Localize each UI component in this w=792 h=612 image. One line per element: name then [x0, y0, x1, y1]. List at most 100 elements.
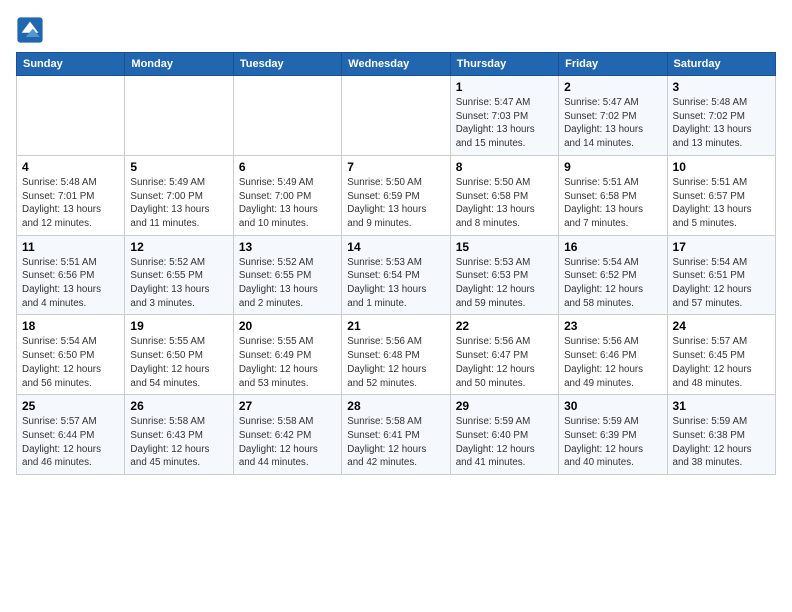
calendar-cell: 18Sunrise: 5:54 AM Sunset: 6:50 PM Dayli…	[17, 315, 125, 395]
day-number: 15	[456, 240, 553, 254]
day-number: 28	[347, 399, 444, 413]
calendar-cell: 25 Sunrise: 5:57 AM Sunset: 6:44 PM Dayli…	[17, 395, 125, 475]
calendar-cell: 7Sunrise: 5:50 AM Sunset: 6:59 PM Daylig…	[342, 155, 450, 235]
day-number: 3	[673, 80, 770, 94]
logo-icon	[16, 16, 44, 44]
day-info: Sunrise: 5:55 AM Sunset: 6:50 PM Dayligh…	[130, 335, 227, 390]
day-info: Sunrise: 5:58 AM Sunset: 6:43 PM Dayligh…	[130, 415, 227, 470]
calendar-cell: 21 Sunrise: 5:56 AM Sunset: 6:48 PM Dayli…	[342, 315, 450, 395]
calendar-header-row: SundayMondayTuesdayWednesdayThursdayFrid…	[17, 53, 776, 76]
calendar-week-4: 18Sunrise: 5:54 AM Sunset: 6:50 PM Dayli…	[17, 315, 776, 395]
calendar-cell: 24Sunrise: 5:57 AM Sunset: 6:45 PM Dayli…	[667, 315, 775, 395]
day-info: Sunrise: 5:57 AM Sunset: 6:44 PM Dayligh…	[22, 415, 119, 470]
day-info: Sunrise: 5:58 AM Sunset: 6:42 PM Dayligh…	[239, 415, 336, 470]
day-info: Sunrise: 5:50 AM Sunset: 6:58 PM Dayligh…	[456, 176, 553, 231]
calendar-cell: 22 Sunrise: 5:56 AM Sunset: 6:47 PM Dayli…	[450, 315, 558, 395]
calendar-week-3: 11 Sunrise: 5:51 AM Sunset: 6:56 PM Dayli…	[17, 235, 776, 315]
calendar-cell: 29 Sunrise: 5:59 AM Sunset: 6:40 PM Dayli…	[450, 395, 558, 475]
day-info: Sunrise: 5:59 AM Sunset: 6:40 PM Dayligh…	[456, 415, 553, 470]
day-number: 2	[564, 80, 661, 94]
day-info: Sunrise: 5:51 AM Sunset: 6:56 PM Dayligh…	[22, 256, 119, 311]
calendar-week-5: 25 Sunrise: 5:57 AM Sunset: 6:44 PM Dayli…	[17, 395, 776, 475]
calendar-cell: 23Sunrise: 5:56 AM Sunset: 6:46 PM Dayli…	[559, 315, 667, 395]
day-header-monday: Monday	[125, 53, 233, 76]
calendar-cell: 19 Sunrise: 5:55 AM Sunset: 6:50 PM Dayli…	[125, 315, 233, 395]
day-info: Sunrise: 5:49 AM Sunset: 7:00 PM Dayligh…	[130, 176, 227, 231]
calendar-cell: 27 Sunrise: 5:58 AM Sunset: 6:42 PM Dayli…	[233, 395, 341, 475]
day-number: 16	[564, 240, 661, 254]
calendar-cell: 10Sunrise: 5:51 AM Sunset: 6:57 PM Dayli…	[667, 155, 775, 235]
calendar-cell: 30Sunrise: 5:59 AM Sunset: 6:39 PM Dayli…	[559, 395, 667, 475]
calendar-cell	[125, 76, 233, 156]
calendar-cell: 17 Sunrise: 5:54 AM Sunset: 6:51 PM Dayli…	[667, 235, 775, 315]
day-number: 12	[130, 240, 227, 254]
calendar-cell: 6 Sunrise: 5:49 AM Sunset: 7:00 PM Daylig…	[233, 155, 341, 235]
day-number: 4	[22, 160, 119, 174]
day-info: Sunrise: 5:54 AM Sunset: 6:51 PM Dayligh…	[673, 256, 770, 311]
day-info: Sunrise: 5:52 AM Sunset: 6:55 PM Dayligh…	[130, 256, 227, 311]
day-number: 30	[564, 399, 661, 413]
day-info: Sunrise: 5:59 AM Sunset: 6:38 PM Dayligh…	[673, 415, 770, 470]
calendar-week-1: 1 Sunrise: 5:47 AM Sunset: 7:03 PM Daylig…	[17, 76, 776, 156]
calendar-cell	[342, 76, 450, 156]
day-number: 13	[239, 240, 336, 254]
calendar-cell: 8 Sunrise: 5:50 AM Sunset: 6:58 PM Daylig…	[450, 155, 558, 235]
day-info: Sunrise: 5:49 AM Sunset: 7:00 PM Dayligh…	[239, 176, 336, 231]
calendar-cell: 20 Sunrise: 5:55 AM Sunset: 6:49 PM Dayli…	[233, 315, 341, 395]
calendar-cell: 3 Sunrise: 5:48 AM Sunset: 7:02 PM Daylig…	[667, 76, 775, 156]
calendar-cell: 26 Sunrise: 5:58 AM Sunset: 6:43 PM Dayli…	[125, 395, 233, 475]
calendar-cell: 13 Sunrise: 5:52 AM Sunset: 6:55 PM Dayli…	[233, 235, 341, 315]
calendar-cell: 12 Sunrise: 5:52 AM Sunset: 6:55 PM Dayli…	[125, 235, 233, 315]
calendar-cell: 28 Sunrise: 5:58 AM Sunset: 6:41 PM Dayli…	[342, 395, 450, 475]
day-number: 26	[130, 399, 227, 413]
day-number: 29	[456, 399, 553, 413]
day-info: Sunrise: 5:51 AM Sunset: 6:57 PM Dayligh…	[673, 176, 770, 231]
day-number: 8	[456, 160, 553, 174]
day-info: Sunrise: 5:52 AM Sunset: 6:55 PM Dayligh…	[239, 256, 336, 311]
day-number: 24	[673, 319, 770, 333]
calendar-week-2: 4Sunrise: 5:48 AM Sunset: 7:01 PM Daylig…	[17, 155, 776, 235]
calendar-table: SundayMondayTuesdayWednesdayThursdayFrid…	[16, 52, 776, 475]
day-number: 20	[239, 319, 336, 333]
calendar-cell: 14 Sunrise: 5:53 AM Sunset: 6:54 PM Dayli…	[342, 235, 450, 315]
day-number: 27	[239, 399, 336, 413]
day-info: Sunrise: 5:56 AM Sunset: 6:47 PM Dayligh…	[456, 335, 553, 390]
day-number: 6	[239, 160, 336, 174]
day-header-wednesday: Wednesday	[342, 53, 450, 76]
day-info: Sunrise: 5:47 AM Sunset: 7:02 PM Dayligh…	[564, 96, 661, 151]
calendar-cell: 15Sunrise: 5:53 AM Sunset: 6:53 PM Dayli…	[450, 235, 558, 315]
day-info: Sunrise: 5:58 AM Sunset: 6:41 PM Dayligh…	[347, 415, 444, 470]
day-number: 1	[456, 80, 553, 94]
page-header	[16, 16, 776, 44]
day-info: Sunrise: 5:48 AM Sunset: 7:02 PM Dayligh…	[673, 96, 770, 151]
day-number: 11	[22, 240, 119, 254]
day-info: Sunrise: 5:53 AM Sunset: 6:54 PM Dayligh…	[347, 256, 444, 311]
calendar-cell	[233, 76, 341, 156]
calendar-cell: 31Sunrise: 5:59 AM Sunset: 6:38 PM Dayli…	[667, 395, 775, 475]
calendar-cell: 1 Sunrise: 5:47 AM Sunset: 7:03 PM Daylig…	[450, 76, 558, 156]
day-number: 9	[564, 160, 661, 174]
day-header-friday: Friday	[559, 53, 667, 76]
day-number: 22	[456, 319, 553, 333]
day-info: Sunrise: 5:50 AM Sunset: 6:59 PM Dayligh…	[347, 176, 444, 231]
day-number: 25	[22, 399, 119, 413]
calendar-cell: 4Sunrise: 5:48 AM Sunset: 7:01 PM Daylig…	[17, 155, 125, 235]
calendar-cell: 9Sunrise: 5:51 AM Sunset: 6:58 PM Daylig…	[559, 155, 667, 235]
day-info: Sunrise: 5:55 AM Sunset: 6:49 PM Dayligh…	[239, 335, 336, 390]
day-number: 23	[564, 319, 661, 333]
day-number: 5	[130, 160, 227, 174]
day-header-sunday: Sunday	[17, 53, 125, 76]
day-info: Sunrise: 5:47 AM Sunset: 7:03 PM Dayligh…	[456, 96, 553, 151]
day-header-thursday: Thursday	[450, 53, 558, 76]
day-number: 19	[130, 319, 227, 333]
day-number: 21	[347, 319, 444, 333]
day-number: 17	[673, 240, 770, 254]
calendar-cell: 5 Sunrise: 5:49 AM Sunset: 7:00 PM Daylig…	[125, 155, 233, 235]
day-number: 14	[347, 240, 444, 254]
calendar-cell: 11 Sunrise: 5:51 AM Sunset: 6:56 PM Dayli…	[17, 235, 125, 315]
day-info: Sunrise: 5:54 AM Sunset: 6:52 PM Dayligh…	[564, 256, 661, 311]
day-header-tuesday: Tuesday	[233, 53, 341, 76]
calendar-cell: 2 Sunrise: 5:47 AM Sunset: 7:02 PM Daylig…	[559, 76, 667, 156]
day-info: Sunrise: 5:56 AM Sunset: 6:48 PM Dayligh…	[347, 335, 444, 390]
day-info: Sunrise: 5:54 AM Sunset: 6:50 PM Dayligh…	[22, 335, 119, 390]
